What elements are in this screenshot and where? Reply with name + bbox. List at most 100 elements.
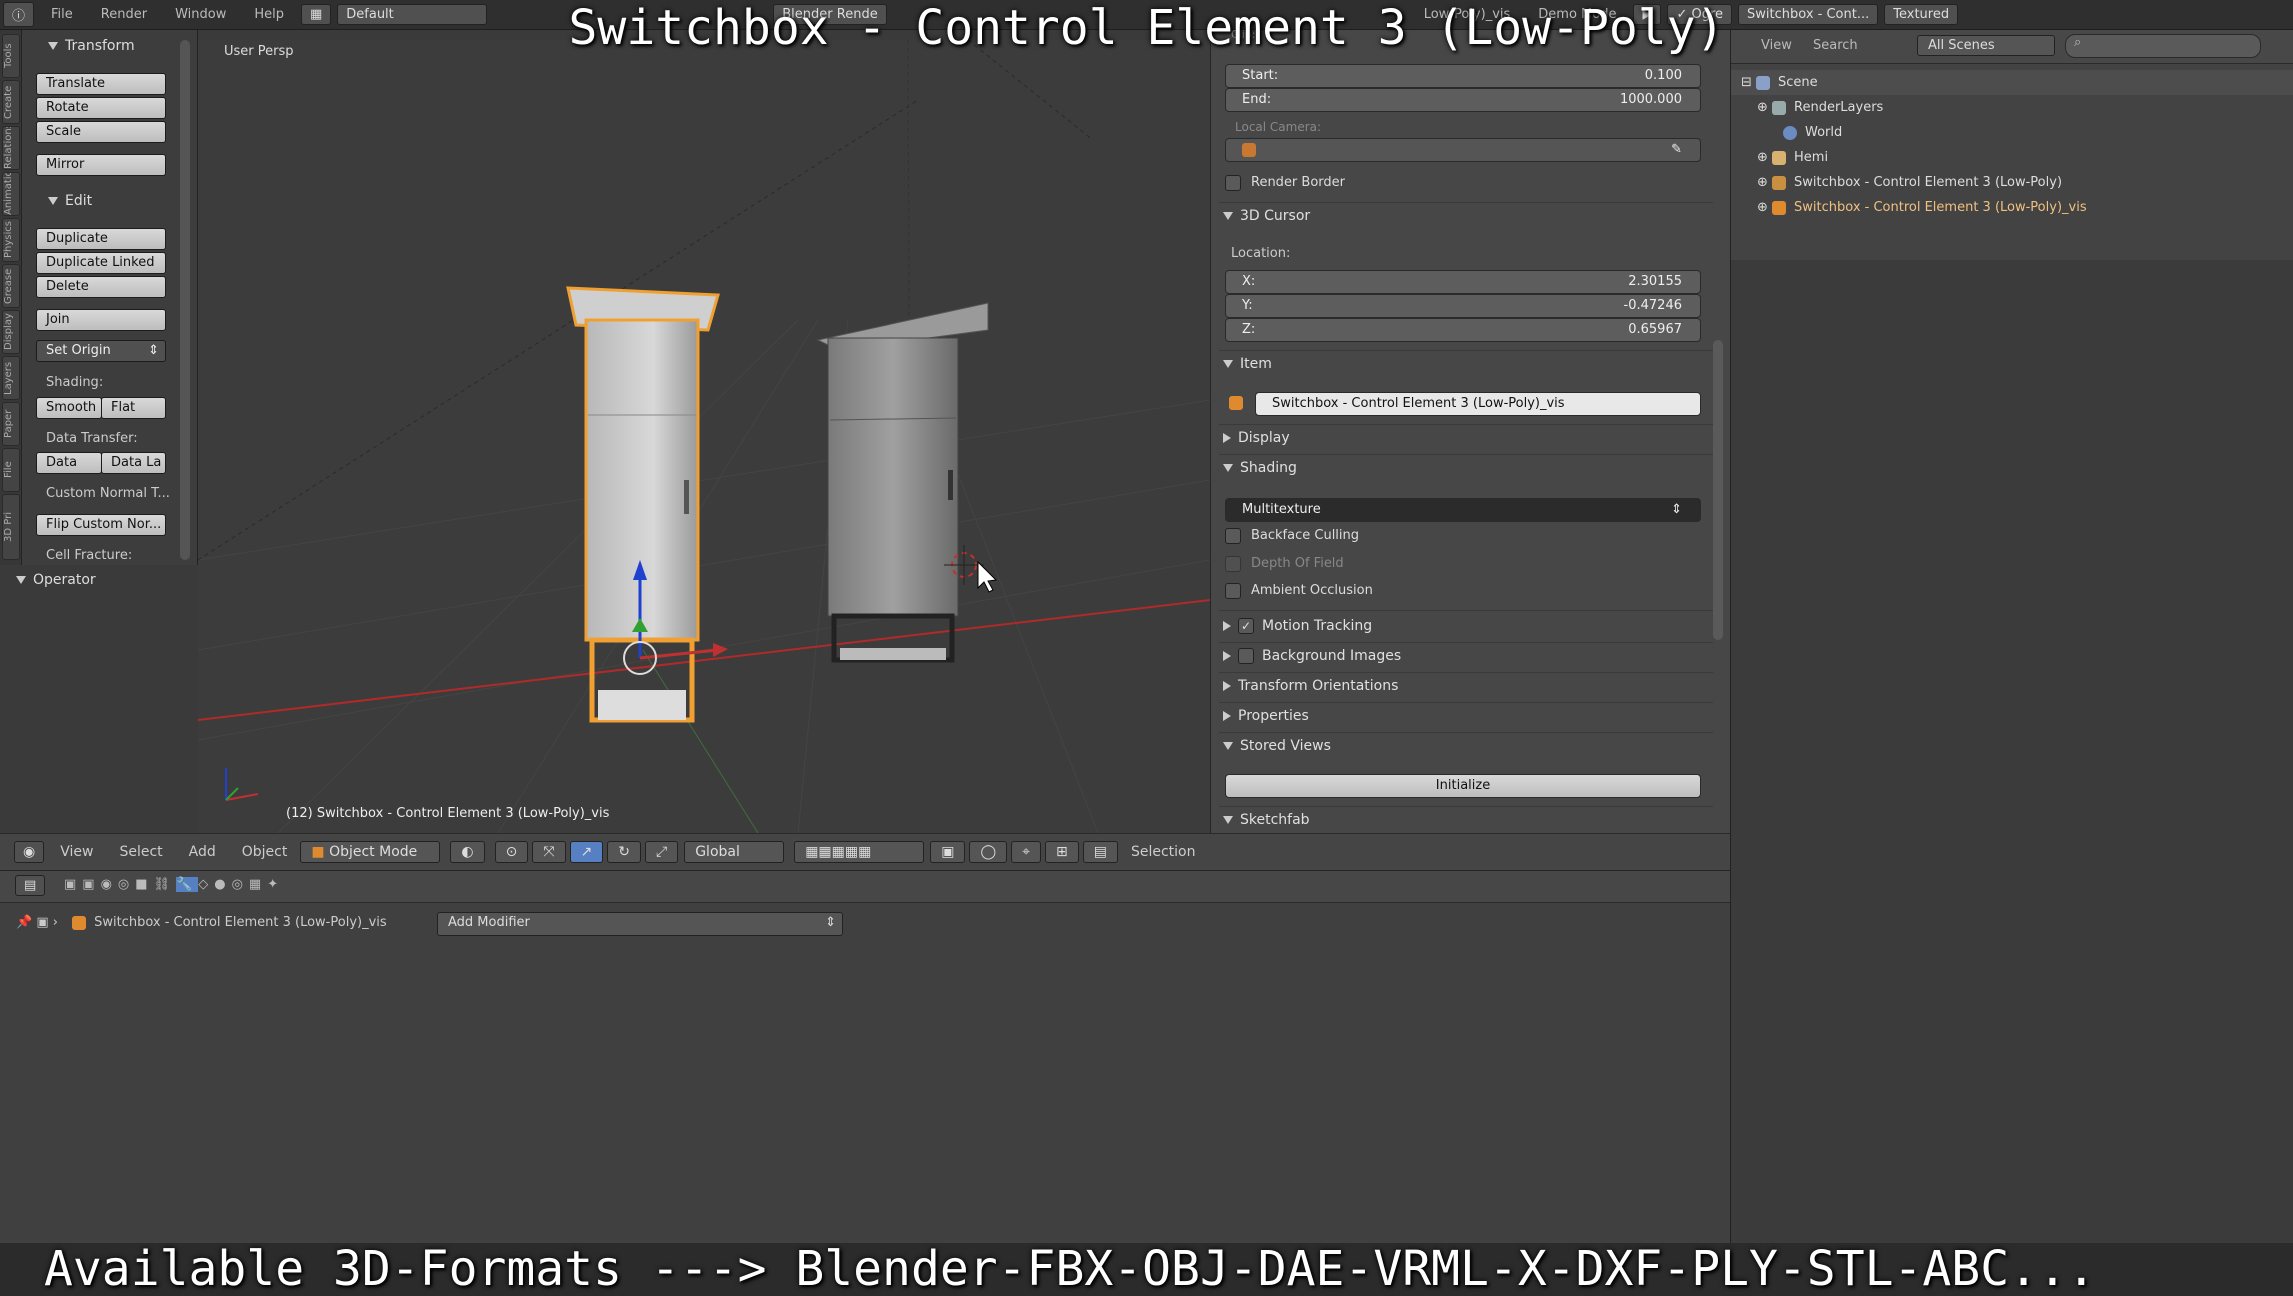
clip-end-field[interactable]: End: 1000.000: [1225, 88, 1701, 112]
expand-icon[interactable]: ⊕: [1757, 100, 1772, 115]
3d-viewport[interactable]: User Persp (12) Switchbox - Control Elem…: [198, 40, 1210, 833]
ogre-toggle[interactable]: ✓ Ogre: [1667, 4, 1733, 25]
properties-editor-icon[interactable]: ▤: [15, 875, 46, 896]
tab-grease[interactable]: Grease: [2, 264, 20, 308]
flat-button[interactable]: Flat: [101, 397, 166, 419]
menu-help[interactable]: Help: [254, 7, 284, 22]
set-origin-dropdown[interactable]: Set Origin ⇕: [36, 340, 166, 362]
shading-panel-header[interactable]: Shading: [1223, 460, 1297, 476]
outliner-search-menu[interactable]: Search: [1813, 38, 1858, 53]
transform-panel-header[interactable]: Transform: [40, 34, 135, 58]
snap-icon[interactable]: ⌖: [1011, 841, 1041, 863]
toolshelf-scrollbar[interactable]: [180, 40, 190, 560]
display-mode-dropdown[interactable]: All Scenes: [1917, 35, 2055, 56]
backface-culling-checkbox[interactable]: [1225, 528, 1241, 544]
smooth-button[interactable]: Smooth: [36, 397, 102, 419]
editor-type-icon[interactable]: ◉: [14, 841, 45, 863]
operator-panel-header[interactable]: Operator: [8, 568, 96, 592]
switchbox-low-poly[interactable]: [816, 302, 989, 663]
menu-window[interactable]: Window: [175, 7, 226, 22]
textured-dropdown[interactable]: Textured: [1884, 4, 1959, 25]
expand-icon[interactable]: ⊕: [1757, 175, 1772, 190]
delete-button[interactable]: Delete: [36, 276, 166, 298]
mode-dropdown[interactable]: ■ Object Mode: [300, 841, 441, 863]
scale-button[interactable]: Scale: [36, 121, 166, 143]
tree-row-hemi[interactable]: ⊕ Hemi: [1731, 145, 2293, 170]
layers-grid[interactable]: ▦▦▦▦▦: [794, 841, 925, 863]
tree-row-scene[interactable]: ⊟ Scene: [1731, 70, 2293, 95]
layout-icon[interactable]: ▦: [300, 4, 332, 25]
tree-row-world[interactable]: World: [1731, 120, 2293, 145]
duplicate-button[interactable]: Duplicate: [36, 228, 166, 250]
properties-panel-header[interactable]: Properties: [1223, 708, 1309, 724]
expand-icon[interactable]: ⊟: [1741, 75, 1756, 90]
tab-create[interactable]: Create: [2, 80, 20, 124]
motion-tracking-panel-header[interactable]: ✓ Motion Tracking: [1223, 618, 1372, 634]
display-panel-header[interactable]: Display: [1223, 430, 1290, 446]
render-border-checkbox[interactable]: [1225, 175, 1241, 191]
rotate-button[interactable]: Rotate: [36, 97, 166, 119]
mirror-button[interactable]: Mirror: [36, 154, 166, 176]
orientation-dropdown[interactable]: Global: [684, 841, 785, 863]
translate-button[interactable]: Translate: [36, 73, 166, 95]
sketchfab-panel-header[interactable]: Sketchfab: [1223, 812, 1310, 828]
motion-tracking-checkbox[interactable]: ✓: [1238, 618, 1254, 634]
viewport-shading-dropdown[interactable]: ◐: [450, 841, 485, 863]
properties-scrollbar[interactable]: [1713, 340, 1723, 640]
outliner-view-menu[interactable]: View: [1761, 38, 1792, 53]
menu-view[interactable]: View: [60, 844, 93, 860]
layout-dropdown[interactable]: Default: [337, 4, 488, 25]
stored-views-panel-header[interactable]: Stored Views: [1223, 738, 1331, 754]
menu-select[interactable]: Select: [119, 844, 162, 860]
object-name-field[interactable]: Switchbox - Control Element 3 (Low-Poly)…: [1255, 392, 1701, 416]
data-button[interactable]: Data: [36, 452, 102, 474]
tab-paper[interactable]: Paper: [2, 402, 20, 446]
translate-manipulator-icon[interactable]: ↗: [569, 841, 604, 863]
proportional-edit-icon[interactable]: ◯: [969, 841, 1008, 863]
tab-3d-print[interactable]: 3D Pri: [2, 494, 20, 560]
snap-target-icon[interactable]: ⊞: [1045, 841, 1079, 863]
eyedropper-icon[interactable]: ✎: [1671, 139, 1682, 161]
menu-object[interactable]: Object: [242, 844, 288, 860]
duplicate-linked-button[interactable]: Duplicate Linked: [36, 252, 166, 274]
tab-tools[interactable]: Tools: [2, 34, 20, 78]
modifier-tab-icon[interactable]: 🔧: [176, 877, 199, 892]
background-images-checkbox[interactable]: [1238, 648, 1254, 664]
rotate-manipulator-icon[interactable]: ↻: [607, 841, 641, 863]
tab-physics[interactable]: Physics: [2, 218, 20, 262]
tree-row-object-1[interactable]: ⊕ Switchbox - Control Element 3 (Low-Pol…: [1731, 170, 2293, 195]
add-modifier-dropdown[interactable]: Add Modifier ⇕: [437, 912, 843, 936]
local-camera-field[interactable]: ✎: [1225, 138, 1701, 162]
cursor-x-field[interactable]: X: 2.30155: [1225, 270, 1701, 294]
pivot-dropdown[interactable]: ⊙: [494, 841, 529, 863]
flip-custom-normals-button[interactable]: Flip Custom Nor...: [36, 514, 166, 536]
play-icon[interactable]: ▶: [1633, 4, 1662, 25]
switchbox-dropdown[interactable]: Switchbox - Cont...: [1738, 4, 1879, 25]
ambient-occlusion-checkbox[interactable]: [1225, 583, 1241, 599]
switchbox-selected[interactable]: [566, 286, 720, 723]
shading-mode-dropdown[interactable]: Multitexture ⇕: [1225, 498, 1701, 522]
tab-display[interactable]: Display: [2, 310, 20, 354]
manipulator-toggle[interactable]: ⤧: [532, 841, 566, 863]
lock-layers-icon[interactable]: ▣: [930, 841, 966, 863]
render-icon[interactable]: ▤: [1082, 841, 1118, 863]
clip-start-field[interactable]: Start: 0.100: [1225, 64, 1701, 88]
info-editor-icon[interactable]: ⓘ: [3, 2, 35, 27]
scale-manipulator-icon[interactable]: ⤢: [645, 841, 679, 863]
data-layout-button[interactable]: Data La: [101, 452, 166, 474]
outliner-search-input[interactable]: ⌕: [2065, 34, 2261, 58]
edit-panel-header[interactable]: Edit: [40, 189, 92, 213]
tree-row-render-layers[interactable]: ⊕ RenderLayers: [1731, 95, 2293, 120]
tree-row-object-2[interactable]: ⊕ Switchbox - Control Element 3 (Low-Pol…: [1731, 195, 2293, 220]
pin-icon[interactable]: 📌: [16, 915, 32, 930]
tab-animation[interactable]: Animation: [2, 172, 20, 216]
initialize-button[interactable]: Initialize: [1225, 774, 1701, 798]
3d-cursor-panel-header[interactable]: 3D Cursor: [1223, 208, 1310, 224]
menu-add[interactable]: Add: [189, 844, 216, 860]
cursor-z-field[interactable]: Z: 0.65967: [1225, 318, 1701, 342]
engine-dropdown[interactable]: Blender Rende: [773, 4, 887, 25]
background-images-panel-header[interactable]: Background Images: [1223, 648, 1401, 664]
cursor-y-field[interactable]: Y: -0.47246: [1225, 294, 1701, 318]
tab-file[interactable]: File: [2, 448, 20, 492]
expand-icon[interactable]: ⊕: [1757, 150, 1772, 165]
